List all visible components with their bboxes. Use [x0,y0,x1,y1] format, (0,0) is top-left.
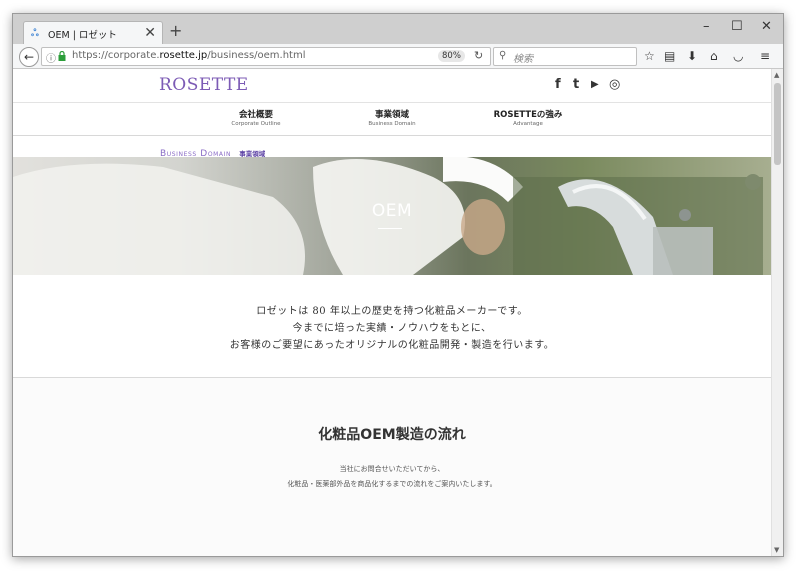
info-icon[interactable]: ⓘ [46,50,56,65]
hero-title: OEM [371,201,413,221]
tab-close-icon[interactable]: ✕ [144,25,156,41]
nav-item-advantage[interactable]: ROSETTEの強み Advantage [468,108,588,127]
oem-flow-section: 化粧品OEM製造の流れ 当社にお問合せいただいてから、 化粧品・医薬部外品を商品… [13,378,771,556]
maximize-button[interactable]: ☐ [731,19,743,35]
navigation-toolbar: ← ⓘ https://corporate.rosette.jp/busines… [13,44,783,69]
nav-label: 会社概要 [238,110,273,120]
global-nav: 会社概要 Corporate Outline 事業領域 Business Dom… [13,102,771,136]
lock-icon [58,51,66,61]
pocket-icon[interactable]: ◡ [733,48,743,64]
page-viewport: ROSETTE f t ▶ ◎ 会社概要 Corporate Outline 事… [13,69,771,556]
search-placeholder: 検索 [513,54,533,65]
back-button[interactable]: ← [19,47,39,67]
tab-title: OEM | ロゼット [48,30,117,41]
zoom-indicator[interactable]: 80% [438,50,465,62]
hero-banner: OEM [13,157,771,275]
minimize-button[interactable]: – [703,19,710,35]
close-window-button[interactable]: ✕ [761,19,772,35]
browser-window: ஃ OEM | ロゼット ✕ + – ☐ ✕ ← ⓘ https://corpo… [12,13,784,557]
section-description: 当社にお問合せいただいてから、 化粧品・医薬部外品を商品化するまでの流れをご案内… [13,462,771,492]
description-line: 当社にお問合せいただいてから、 [339,465,445,473]
download-icon[interactable]: ⬇ [687,48,697,64]
nav-label: 事業領域 [374,110,409,120]
description-line: 化粧品・医薬部外品を商品化するまでの流れをご案内いたします。 [287,480,497,488]
site-header: ROSETTE f t ▶ ◎ [13,69,771,101]
reload-icon[interactable]: ↻ [474,49,483,62]
scroll-down-icon[interactable]: ▼ [774,546,779,554]
site-logo[interactable]: ROSETTE [159,75,249,95]
star-icon[interactable]: ☆ [644,48,655,64]
menu-icon[interactable]: ≡ [760,48,770,64]
youtube-icon[interactable]: ▶ [591,78,599,92]
intro-line: ロゼットは 80 年以上の歴史を持つ化粧品メーカーです。 [256,306,528,317]
nav-sublabel: Business Domain [368,121,416,127]
instagram-icon[interactable]: ◎ [609,78,620,92]
home-icon[interactable]: ⌂ [710,48,718,64]
url-text: https://corporate.rosette.jp/business/oe… [72,50,306,61]
nav-sublabel: Advantage [513,121,543,127]
intro-line: お客様のご要望にあったオリジナルの化粧品開発・製造を行います。 [229,340,555,351]
section-title: 化粧品OEM製造の流れ [318,427,466,443]
search-icon: ⚲ [499,50,507,61]
new-tab-button[interactable]: + [169,23,182,39]
favicon-icon: ஃ [31,28,39,39]
nav-label: ROSETTEの強み [493,110,563,120]
nav-item-corporate[interactable]: 会社概要 Corporate Outline [196,108,316,127]
back-arrow-icon: ← [23,50,35,64]
facebook-icon[interactable]: f [555,78,561,92]
search-bar[interactable]: ⚲ 検索 [493,47,637,66]
reading-list-icon[interactable]: ▤ [664,48,675,64]
title-bar: ஃ OEM | ロゼット ✕ + – ☐ ✕ [13,14,783,45]
scroll-up-icon[interactable]: ▲ [774,71,779,79]
browser-tab[interactable]: ஃ OEM | ロゼット ✕ [23,21,163,45]
intro-line: 今までに培った実績・ノウハウをもとに、 [292,323,492,334]
nav-sublabel: Corporate Outline [231,121,281,127]
nav-item-business[interactable]: 事業領域 Business Domain [332,108,452,127]
address-bar[interactable]: ⓘ https://corporate.rosette.jp/business/… [41,47,491,66]
scroll-thumb[interactable] [774,83,781,165]
twitter-icon[interactable]: t [573,78,579,92]
page-scrollbar[interactable]: ▲ ▼ [771,69,783,556]
hero-underline [378,228,402,229]
intro-text: ロゼットは 80 年以上の歴史を持つ化粧品メーカーです。 今までに培った実績・ノ… [13,303,771,354]
